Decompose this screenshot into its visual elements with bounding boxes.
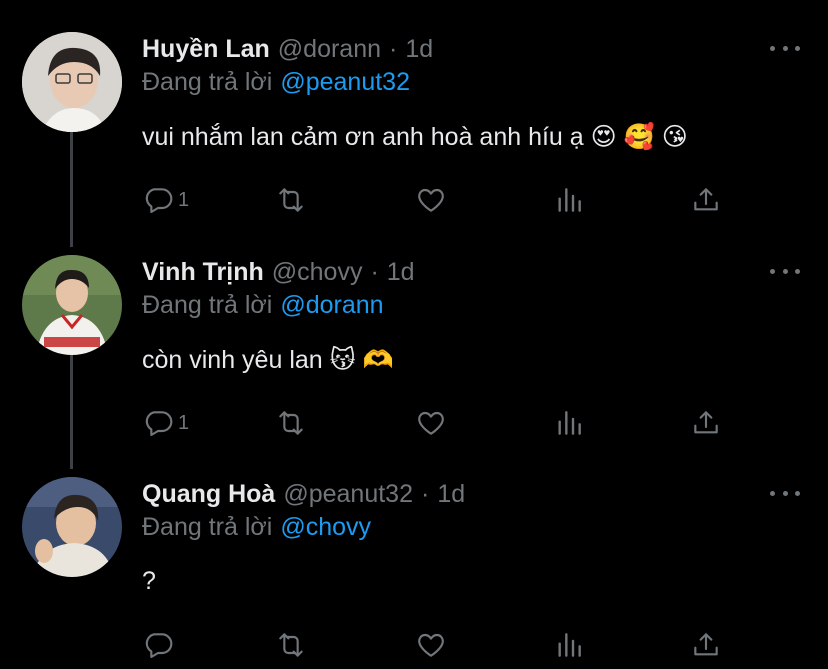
avatar[interactable]	[22, 255, 122, 355]
tweet[interactable]: Quang Hoà @peanut32 · 1d Đang trả lời @ch…	[0, 477, 828, 667]
timestamp[interactable]: 1d	[437, 480, 465, 509]
stats-icon	[558, 411, 581, 435]
replying-to-handle[interactable]: @chovy	[280, 513, 371, 541]
retweet-button[interactable]	[275, 405, 307, 441]
reply-count: 1	[178, 411, 190, 434]
author-name[interactable]: Huyền Lan	[142, 35, 270, 64]
author-handle[interactable]: @peanut32	[283, 480, 413, 509]
retweet-icon	[279, 633, 303, 657]
like-button[interactable]	[415, 182, 447, 218]
stats-button[interactable]	[553, 627, 585, 663]
reply-count: 1	[178, 188, 190, 211]
stats-button[interactable]	[553, 182, 585, 218]
tweet[interactable]: Huyền Lan @dorann · 1d Đang trả lời @pean…	[0, 32, 828, 222]
more-icon[interactable]	[770, 38, 800, 58]
reply-button[interactable]: 1	[142, 405, 189, 441]
reply-button[interactable]: 1	[142, 182, 189, 218]
action-bar: 1	[142, 182, 742, 218]
stats-button[interactable]	[553, 405, 585, 441]
more-icon[interactable]	[770, 483, 800, 503]
share-button[interactable]	[690, 182, 722, 218]
replying-to-label: Đang trả lời	[142, 68, 273, 96]
avatar[interactable]	[22, 477, 122, 577]
separator: ·	[370, 257, 379, 286]
author-handle[interactable]: @dorann	[278, 35, 381, 64]
replying-to-handle[interactable]: @dorann	[280, 291, 383, 319]
share-icon	[694, 633, 718, 656]
timestamp[interactable]: 1d	[405, 35, 433, 64]
like-button[interactable]	[415, 405, 447, 441]
share-icon	[694, 188, 718, 211]
avatar[interactable]	[22, 32, 122, 132]
like-icon	[418, 633, 444, 657]
action-bar: 1	[142, 405, 742, 441]
share-button[interactable]	[690, 627, 722, 663]
retweet-icon	[279, 411, 303, 435]
replying-to: Đang trả lời @dorann	[142, 291, 384, 320]
stats-icon	[558, 633, 581, 657]
more-icon[interactable]	[770, 261, 800, 281]
share-icon	[694, 411, 718, 434]
author-handle[interactable]: @chovy	[272, 258, 363, 287]
tweet-text: còn vinh yêu lan 😽 🫶	[142, 346, 394, 374]
tweet-text: ?	[142, 567, 156, 595]
author-name[interactable]: Vinh Trịnh	[142, 258, 264, 287]
author-name[interactable]: Quang Hoà	[142, 480, 275, 509]
replying-to-handle[interactable]: @peanut32	[280, 68, 410, 96]
like-icon	[418, 188, 444, 212]
stats-icon	[558, 188, 581, 212]
retweet-button[interactable]	[275, 627, 307, 663]
separator: ·	[421, 479, 430, 508]
reply-icon	[145, 411, 173, 437]
like-icon	[418, 411, 444, 435]
tweet[interactable]: Vinh Trịnh @chovy · 1d Đang trả lời @dora…	[0, 255, 828, 445]
timestamp[interactable]: 1d	[387, 258, 415, 287]
replying-to: Đang trả lời @peanut32	[142, 68, 410, 97]
action-bar	[142, 627, 742, 663]
reply-button[interactable]	[142, 627, 178, 663]
tweet-text: vui nhắm lan cảm ơn anh hoà anh híu ạ 😍 …	[142, 123, 688, 151]
replying-to-label: Đang trả lời	[142, 513, 273, 541]
replying-to: Đang trả lời @chovy	[142, 513, 371, 542]
replying-to-label: Đang trả lời	[142, 291, 273, 319]
like-button[interactable]	[415, 627, 447, 663]
retweet-button[interactable]	[275, 182, 307, 218]
share-button[interactable]	[690, 405, 722, 441]
retweet-icon	[279, 188, 303, 212]
reply-icon	[145, 633, 173, 659]
separator: ·	[389, 34, 398, 63]
reply-icon	[145, 188, 173, 214]
